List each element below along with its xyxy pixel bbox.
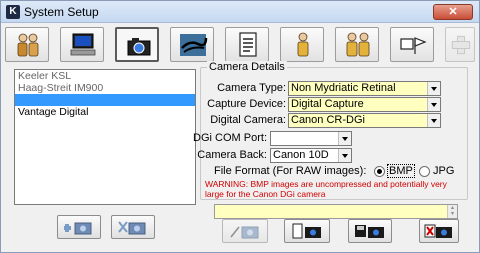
retina-image-icon: [180, 34, 208, 56]
toolbar-button-person[interactable]: [280, 27, 324, 62]
camera-type-dropdown[interactable]: Non Mydriatic Retinal: [288, 81, 441, 96]
computer-icon: [70, 33, 96, 56]
pencil-camera-icon: [230, 226, 259, 239]
save-camera-button[interactable]: [348, 219, 392, 243]
camera-icon: [127, 38, 151, 56]
remove-camera-icon: [118, 221, 146, 235]
camera-back-value: Canon 10D: [273, 149, 329, 161]
camera-details-legend: Camera Details: [207, 61, 287, 73]
plus-icon: [451, 35, 471, 55]
list-item[interactable]: Keeler KSL: [15, 70, 195, 82]
capture-device-value: Digital Capture: [291, 98, 364, 110]
toolbar-button-two-persons[interactable]: [335, 27, 379, 62]
digital-camera-dropdown[interactable]: Canon CR-DGi: [288, 113, 441, 128]
chevron-down-icon[interactable]: [338, 132, 351, 145]
toolbar-button-computer[interactable]: [60, 27, 104, 62]
delete-camera-button[interactable]: [419, 219, 459, 243]
camera-back-dropdown[interactable]: Canon 10D: [270, 148, 352, 163]
delete-camera-icon: [424, 224, 452, 238]
camera-type-value: Non Mydriatic Retinal: [291, 82, 396, 94]
toolbar-button-flag[interactable]: [390, 27, 434, 62]
toolbar-button-users[interactable]: [5, 27, 49, 62]
dgi-com-port-dropdown[interactable]: [270, 131, 352, 146]
chevron-down-icon[interactable]: [427, 82, 440, 95]
toolbar-button-camera[interactable]: [115, 27, 159, 62]
camera-list[interactable]: Keeler KSL Haag-Streit IM900 Vantage Dig…: [14, 69, 196, 205]
jpg-radio-label[interactable]: JPG: [433, 165, 454, 177]
close-button[interactable]: ✕: [433, 4, 473, 20]
chevron-down-icon[interactable]: [427, 114, 440, 127]
toolbar-button-retina-image[interactable]: [170, 27, 214, 62]
capture-device-row: Capture Device:: [201, 97, 286, 112]
add-camera-button[interactable]: [57, 215, 101, 239]
status-field[interactable]: ▴ ▾: [214, 204, 458, 219]
app-icon: K: [6, 5, 20, 19]
window-title: System Setup: [24, 5, 99, 19]
file-format-label: File Format (For RAW images):: [214, 165, 367, 177]
edit-camera-button[interactable]: [222, 219, 268, 243]
list-item-selected[interactable]: [15, 94, 195, 106]
list-item[interactable]: Vantage Digital: [15, 106, 195, 118]
jpg-radio[interactable]: [419, 166, 430, 177]
bmp-warning-text: WARNING: BMP images are uncompressed and…: [205, 179, 447, 199]
users-icon: [17, 33, 39, 57]
digital-camera-label: Digital Camera:: [210, 114, 286, 126]
digital-camera-value: Canon CR-DGi: [291, 114, 365, 126]
chevron-down-icon[interactable]: [338, 149, 351, 162]
toolbar-button-document[interactable]: [225, 27, 269, 62]
system-setup-window: K System Setup ✕ Keeler KSL Haag-Streit …: [0, 0, 480, 253]
toolbar: [5, 27, 475, 63]
document-icon: [239, 32, 257, 57]
list-item[interactable]: Haag-Streit IM900: [15, 82, 195, 94]
digital-camera-row: Digital Camera:: [201, 113, 286, 128]
dgi-com-port-label: DGi COM Port:: [193, 132, 267, 144]
remove-camera-button[interactable]: [111, 215, 155, 239]
scroll-arrows-icon[interactable]: ▴ ▾: [447, 205, 457, 218]
dgi-com-port-row: DGi COM Port:: [193, 131, 267, 146]
two-persons-icon: [346, 32, 370, 57]
capture-device-label: Capture Device:: [207, 98, 286, 110]
bmp-radio[interactable]: [374, 166, 385, 177]
floppy-camera-icon: [355, 225, 384, 238]
flag-icon: [400, 37, 427, 54]
person-icon: [297, 32, 309, 57]
chevron-down-icon[interactable]: [427, 98, 440, 111]
capture-device-dropdown[interactable]: Digital Capture: [288, 97, 441, 112]
camera-type-row: Camera Type:: [201, 81, 286, 96]
camera-back-label: Camera Back:: [197, 149, 267, 161]
new-camera-button[interactable]: [284, 219, 330, 243]
bmp-radio-label[interactable]: BMP: [387, 164, 415, 178]
toolbar-button-add[interactable]: [445, 27, 475, 62]
add-camera-icon: [64, 222, 92, 235]
camera-back-row: Camera Back:: [197, 148, 267, 163]
camera-type-label: Camera Type:: [217, 82, 286, 94]
new-page-camera-icon: [292, 223, 321, 239]
title-bar[interactable]: K System Setup ✕: [1, 1, 479, 23]
